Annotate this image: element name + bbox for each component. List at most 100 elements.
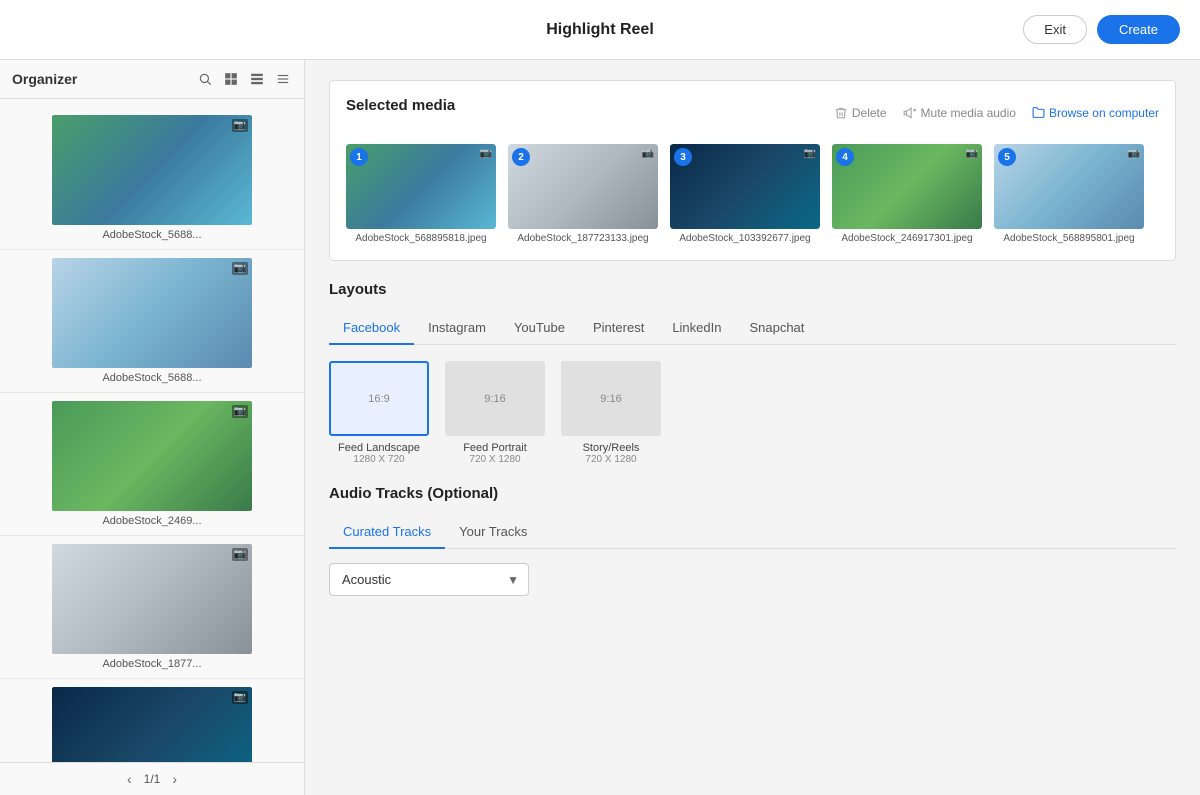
audio-tab-your-tracks[interactable]: Your Tracks <box>445 516 541 549</box>
sidebar-title: Organizer <box>12 71 77 87</box>
media-sequence-number: 1 <box>350 148 368 166</box>
layout-tab-snapchat[interactable]: Snapchat <box>735 312 818 345</box>
layout-tab-facebook[interactable]: Facebook <box>329 312 414 345</box>
audio-title: Audio Tracks (Optional) <box>329 485 1176 502</box>
prev-page-button[interactable]: ‹ <box>127 771 132 787</box>
pagination-info: 1/1 <box>144 772 161 786</box>
media-card-type-icon: 📷 <box>804 148 816 159</box>
sidebar-media-item[interactable]: 📷AdobeStock_1033... <box>0 679 304 762</box>
sidebar-media-item[interactable]: 📷 AdobeStock_5688... <box>0 107 304 250</box>
media-card-type-icon: 📷 <box>480 148 492 159</box>
layout-card-name: Story/Reels <box>583 442 640 454</box>
media-item-label: AdobeStock_2469... <box>102 515 201 527</box>
audio-tab-curated[interactable]: Curated Tracks <box>329 516 445 549</box>
next-page-button[interactable]: › <box>172 771 177 787</box>
create-button[interactable]: Create <box>1097 15 1180 44</box>
layout-option-story-reels[interactable]: 9:16 Story/Reels720 X 1280 <box>561 361 661 465</box>
layouts-section: Layouts FacebookInstagramYouTubePinteres… <box>329 281 1176 465</box>
sidebar-icon-group <box>196 70 292 88</box>
media-card[interactable]: 5📷AdobeStock_568895801.jpeg <box>994 144 1144 244</box>
audio-tabs: Curated TracksYour Tracks <box>329 516 1176 549</box>
media-card-thumbnail: 3📷 <box>670 144 820 229</box>
speaker-icon <box>903 106 917 120</box>
layout-tab-linkedin[interactable]: LinkedIn <box>658 312 735 345</box>
selected-media-grid: 1📷AdobeStock_568895818.jpeg2📷AdobeStock_… <box>346 144 1159 244</box>
layout-option-feed-portrait[interactable]: 9:16Feed Portrait720 X 1280 <box>445 361 545 465</box>
media-sequence-number: 2 <box>512 148 530 166</box>
selected-media-title: Selected media <box>346 97 455 114</box>
layout-card-size: 720 X 1280 <box>585 454 636 465</box>
media-item-label: AdobeStock_5688... <box>102 372 201 384</box>
audio-dropdown-container: AcousticUpbeatCalmDramaticHappy ▼ <box>329 563 529 596</box>
exit-button[interactable]: Exit <box>1023 15 1087 44</box>
selected-media-header: Selected media Delete Mute media audi <box>346 97 1159 128</box>
grid-icon <box>224 72 238 86</box>
layout-card-preview: 16:9 <box>329 361 429 436</box>
main-layout: Organizer <box>0 60 1200 795</box>
sidebar-footer: ‹ 1/1 › <box>0 762 304 795</box>
media-action-buttons: Delete Mute media audio Browse on c <box>834 106 1159 120</box>
media-card-filename: AdobeStock_568895801.jpeg <box>1003 233 1134 244</box>
browse-computer-button[interactable]: Browse on computer <box>1032 106 1159 120</box>
media-item-label: AdobeStock_5688... <box>102 229 201 241</box>
delete-button[interactable]: Delete <box>834 106 887 120</box>
image-type-icon: 📷 <box>232 119 248 132</box>
layout-card-name: Feed Portrait <box>463 442 527 454</box>
search-icon-button[interactable] <box>196 70 214 88</box>
page-title: Highlight Reel <box>546 21 654 39</box>
image-type-icon: 📷 <box>232 262 248 275</box>
media-card-type-icon: 📷 <box>1128 148 1140 159</box>
media-card-thumbnail: 1📷 <box>346 144 496 229</box>
audio-section: Audio Tracks (Optional) Curated TracksYo… <box>329 485 1176 596</box>
media-thumbnail: 📷 <box>52 401 252 511</box>
audio-genre-select[interactable]: AcousticUpbeatCalmDramaticHappy <box>329 563 529 596</box>
sidebar-header: Organizer <box>0 60 304 99</box>
grid-view-icon-button[interactable] <box>222 70 240 88</box>
media-card-filename: AdobeStock_103392677.jpeg <box>679 233 810 244</box>
layout-tab-youtube[interactable]: YouTube <box>500 312 579 345</box>
layouts-title: Layouts <box>329 281 1176 298</box>
media-card[interactable]: 1📷AdobeStock_568895818.jpeg <box>346 144 496 244</box>
layout-card-preview: 9:16 <box>561 361 661 436</box>
media-card-thumbnail: 4📷 <box>832 144 982 229</box>
folder-icon <box>1032 106 1045 119</box>
media-card-filename: AdobeStock_187723133.jpeg <box>517 233 648 244</box>
layout-card-name: Feed Landscape <box>338 442 420 454</box>
layout-tab-instagram[interactable]: Instagram <box>414 312 500 345</box>
sidebar-media-item[interactable]: 📷 AdobeStock_2469... <box>0 393 304 536</box>
media-card[interactable]: 2📷 AdobeStock_187723133.jpeg <box>508 144 658 244</box>
header: Highlight Reel Exit Create <box>0 0 1200 60</box>
media-card[interactable]: 3📷AdobeStock_103392677.jpeg <box>670 144 820 244</box>
media-card-filename: AdobeStock_246917301.jpeg <box>841 233 972 244</box>
media-sequence-number: 3 <box>674 148 692 166</box>
sidebar-media-list: 📷AdobeStock_5688...📷AdobeStock_5688...📷A… <box>0 99 304 762</box>
media-card-thumbnail: 2📷 <box>508 144 658 229</box>
media-card-thumbnail: 5📷 <box>994 144 1144 229</box>
layout-card-preview: 9:16 <box>445 361 545 436</box>
layout-option-feed-landscape[interactable]: 16:9Feed Landscape1280 X 720 <box>329 361 429 465</box>
media-thumbnail: 📷 <box>52 687 252 762</box>
media-card[interactable]: 4📷 AdobeStock_246917301.jpeg <box>832 144 982 244</box>
image-type-icon: 📷 <box>232 691 248 704</box>
media-card-filename: AdobeStock_568895818.jpeg <box>355 233 486 244</box>
media-item-label: AdobeStock_1877... <box>102 658 201 670</box>
sidebar-media-item[interactable]: 📷 AdobeStock_5688... <box>0 250 304 393</box>
list-icon <box>250 72 264 86</box>
layouts-tabs: FacebookInstagramYouTubePinterestLinkedI… <box>329 312 1176 345</box>
search-icon <box>198 72 212 86</box>
mute-audio-button[interactable]: Mute media audio <box>903 106 1016 120</box>
sidebar-media-item[interactable]: 📷 AdobeStock_1877... <box>0 536 304 679</box>
list-view-icon-button[interactable] <box>248 70 266 88</box>
sidebar: Organizer <box>0 60 305 795</box>
hamburger-icon <box>276 72 290 86</box>
media-card-type-icon: 📷 <box>966 148 978 159</box>
image-type-icon: 📷 <box>232 405 248 418</box>
layout-tab-pinterest[interactable]: Pinterest <box>579 312 658 345</box>
menu-icon-button[interactable] <box>274 70 292 88</box>
media-sequence-number: 5 <box>998 148 1016 166</box>
media-thumbnail: 📷 <box>52 115 252 225</box>
image-type-icon: 📷 <box>232 548 248 561</box>
layout-options: 16:9Feed Landscape1280 X 7209:16Feed Por… <box>329 361 1176 465</box>
media-thumbnail: 📷 <box>52 544 252 654</box>
header-actions: Exit Create <box>1023 15 1180 44</box>
